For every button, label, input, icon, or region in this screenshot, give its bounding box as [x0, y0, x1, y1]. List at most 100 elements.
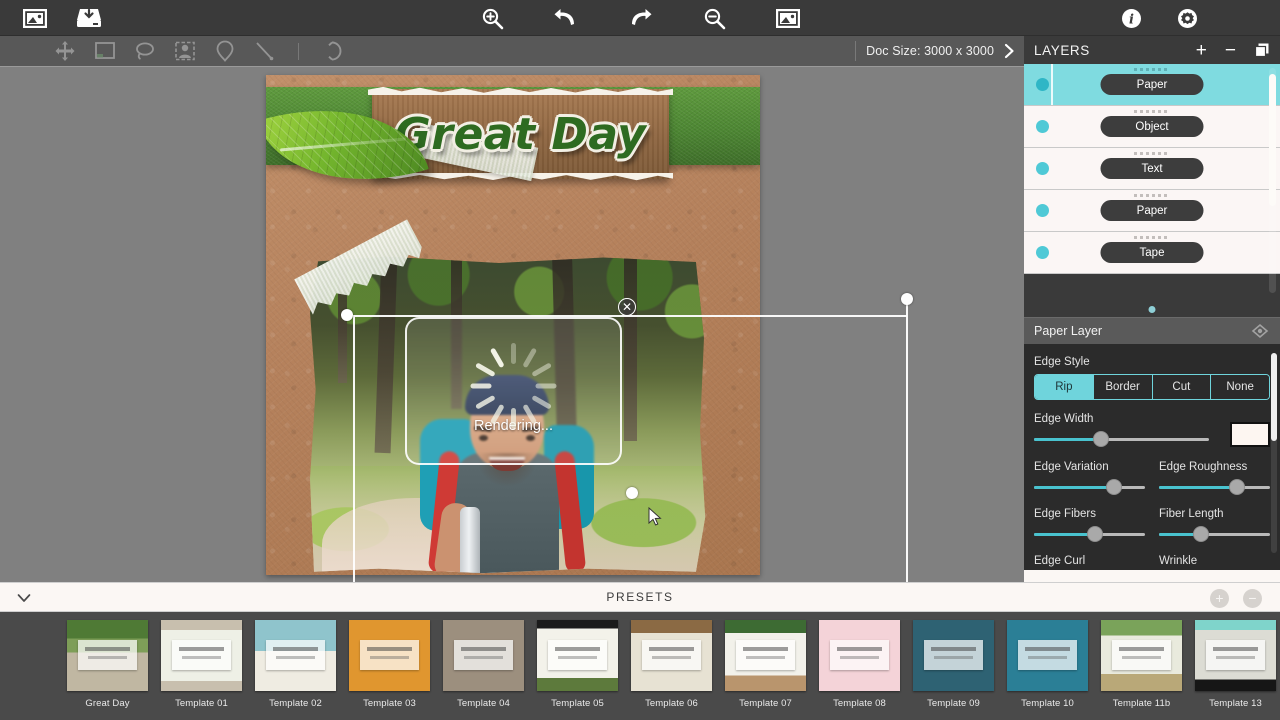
- layer-visibility-toggle[interactable]: [1036, 120, 1049, 133]
- slider-knob[interactable]: [1105, 479, 1122, 495]
- open-image-icon[interactable]: [22, 5, 48, 31]
- preset-item[interactable]: Template 04: [443, 620, 524, 709]
- layer-visibility-toggle[interactable]: [1036, 162, 1049, 175]
- preset-item[interactable]: Template 13: [1195, 620, 1276, 709]
- layer-row[interactable]: Paper: [1024, 190, 1280, 232]
- redo-icon[interactable]: [627, 5, 653, 31]
- preset-thumbnail[interactable]: [255, 620, 336, 691]
- layer-name-button[interactable]: Paper: [1100, 200, 1204, 221]
- rectangle-select-tool[interactable]: [92, 39, 118, 63]
- layer-visibility-toggle[interactable]: [1036, 204, 1049, 217]
- preset-item[interactable]: Template 10: [1007, 620, 1088, 709]
- selection-handle-top-right[interactable]: [901, 293, 913, 305]
- preset-thumbnail[interactable]: [725, 620, 806, 691]
- layer-row[interactable]: Object: [1024, 106, 1280, 148]
- layer-row[interactable]: Paper: [1024, 64, 1280, 106]
- collapse-presets-icon[interactable]: [12, 583, 36, 613]
- edge-style-option-rip[interactable]: Rip: [1035, 375, 1094, 399]
- preset-item[interactable]: Template 01: [161, 620, 242, 709]
- layer-style-icon[interactable]: [1250, 323, 1270, 339]
- edge-style-option-border[interactable]: Border: [1093, 375, 1153, 399]
- preset-item[interactable]: Template 05: [537, 620, 618, 709]
- selection-handle-mid-right[interactable]: [626, 487, 638, 499]
- preset-thumbnail[interactable]: [819, 620, 900, 691]
- delete-layer-handle[interactable]: ✕: [618, 298, 636, 316]
- preset-thumbnail[interactable]: [161, 620, 242, 691]
- preset-thumbnail[interactable]: [1007, 620, 1088, 691]
- edge-color-swatch[interactable]: [1230, 422, 1270, 447]
- layer-row[interactable]: Tape: [1024, 232, 1280, 274]
- slider-edge-roughness[interactable]: [1159, 479, 1270, 495]
- preset-item[interactable]: Great Day: [67, 620, 148, 709]
- add-layer-button[interactable]: +: [1196, 41, 1207, 60]
- slider-edge-fibers[interactable]: [1034, 526, 1145, 542]
- pin-tool[interactable]: [212, 39, 238, 63]
- canvas-area[interactable]: Great Day ✕: [0, 66, 1024, 582]
- edge-style-segmented-control[interactable]: Rip Border Cut None: [1034, 374, 1270, 400]
- preset-item[interactable]: Template 08: [819, 620, 900, 709]
- layer-visibility-toggle[interactable]: [1036, 78, 1049, 91]
- preset-label: Template 07: [739, 698, 792, 709]
- preset-thumbnail[interactable]: [349, 620, 430, 691]
- layer-name-button[interactable]: Paper: [1100, 74, 1204, 95]
- lasso-select-tool[interactable]: [132, 39, 158, 63]
- layer-name-button[interactable]: Tape: [1100, 242, 1204, 263]
- portrait-select-tool[interactable]: [172, 39, 198, 63]
- preset-thumbnail[interactable]: [1101, 620, 1182, 691]
- layer-drag-handle[interactable]: [1134, 110, 1170, 113]
- layer-row[interactable]: Text: [1024, 148, 1280, 190]
- edge-style-option-cut[interactable]: Cut: [1152, 375, 1212, 399]
- slider-label: Fiber Length: [1159, 508, 1224, 520]
- reset-tool[interactable]: [319, 39, 345, 63]
- preset-item[interactable]: Template 07: [725, 620, 806, 709]
- preset-thumbnail[interactable]: [67, 620, 148, 691]
- layers-list[interactable]: Paper Object Text Paper Tape: [1024, 64, 1280, 299]
- layer-drag-handle[interactable]: [1134, 236, 1170, 239]
- preset-thumbnail[interactable]: [443, 620, 524, 691]
- info-icon[interactable]: i: [1118, 5, 1144, 31]
- zoom-out-icon[interactable]: [701, 5, 727, 31]
- presets-strip[interactable]: Great Day Template 01 Template 02 Template …: [0, 612, 1280, 720]
- slider-knob[interactable]: [1092, 431, 1109, 447]
- slider-knob[interactable]: [1228, 479, 1245, 495]
- remove-preset-button[interactable]: −: [1243, 588, 1262, 608]
- layer-drag-handle[interactable]: [1134, 68, 1170, 71]
- properties-scrollbar-thumb[interactable]: [1271, 353, 1277, 441]
- properties-scrollbar[interactable]: [1271, 353, 1277, 553]
- preset-item[interactable]: Template 09: [913, 620, 994, 709]
- layer-drag-handle[interactable]: [1134, 152, 1170, 155]
- layers-scrollbar-thumb[interactable]: [1269, 74, 1276, 206]
- remove-layer-button[interactable]: −: [1225, 41, 1236, 60]
- chevron-right-icon[interactable]: [994, 43, 1024, 59]
- preset-item[interactable]: Template 02: [255, 620, 336, 709]
- selection-handle-top-left[interactable]: [341, 309, 353, 321]
- preset-thumbnail[interactable]: [1195, 620, 1276, 691]
- preset-thumbnail[interactable]: [631, 620, 712, 691]
- line-tool[interactable]: [252, 39, 278, 63]
- settings-icon[interactable]: [1174, 5, 1200, 31]
- layers-scrollbar[interactable]: [1269, 68, 1276, 293]
- undo-icon[interactable]: [553, 5, 579, 31]
- add-preset-button[interactable]: +: [1210, 588, 1229, 608]
- slider-fiber-length[interactable]: [1159, 526, 1270, 542]
- layer-name-button[interactable]: Object: [1100, 116, 1204, 137]
- layer-drag-handle[interactable]: [1134, 194, 1170, 197]
- layer-name-button[interactable]: Text: [1100, 158, 1204, 179]
- preset-thumbnail[interactable]: [913, 620, 994, 691]
- move-tool[interactable]: [52, 39, 78, 63]
- zoom-in-icon[interactable]: [479, 5, 505, 31]
- duplicate-layer-button[interactable]: [1254, 42, 1270, 58]
- save-image-icon[interactable]: [76, 5, 102, 31]
- slider-fill: [1159, 486, 1237, 489]
- slider-edge-variation[interactable]: [1034, 479, 1145, 495]
- preset-thumbnail[interactable]: [537, 620, 618, 691]
- preset-item[interactable]: Template 11b: [1101, 620, 1182, 709]
- slider-knob[interactable]: [1087, 526, 1104, 542]
- slider-edge-width[interactable]: [1034, 431, 1209, 447]
- fit-image-icon[interactable]: [775, 5, 801, 31]
- preset-item[interactable]: Template 06: [631, 620, 712, 709]
- layer-visibility-toggle[interactable]: [1036, 246, 1049, 259]
- slider-knob[interactable]: [1193, 526, 1210, 542]
- preset-item[interactable]: Template 03: [349, 620, 430, 709]
- edge-style-option-none[interactable]: None: [1211, 375, 1269, 399]
